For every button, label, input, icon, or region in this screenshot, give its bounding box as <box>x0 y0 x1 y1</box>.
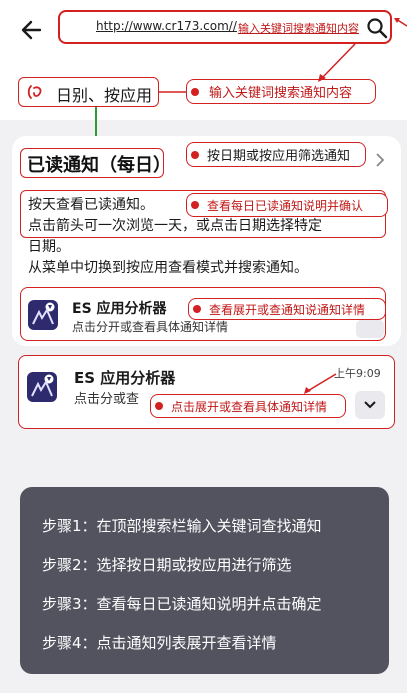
app-icon <box>27 372 57 402</box>
info-card-title: 已读通知（每日） <box>27 155 171 176</box>
app-analyzer-icon <box>32 301 56 325</box>
title-callout: 按日期或按应用筛选通知 <box>186 142 366 167</box>
chevron-right-icon[interactable] <box>374 152 386 168</box>
notification-detail: 点击分开或查看具体通知详情 <box>72 320 229 334</box>
step-1: 步骤1：在顶部搜索栏输入关键词查找通知 <box>42 517 322 535</box>
step-2: 步骤2：选择按日期或按应用进行筛选 <box>42 556 292 574</box>
step-4: 步骤4：点击通知列表展开查看详情 <box>42 634 277 652</box>
notification-app-name: ES 应用分析器 <box>74 369 176 387</box>
notification-app-name: ES 应用分析器 <box>72 301 167 317</box>
app-icon <box>28 300 58 330</box>
step-3: 步骤3：查看每日已读通知说明并点击确定 <box>42 595 322 613</box>
desc-callout: 查看每日已读通知说明并确认 <box>186 193 388 217</box>
description-line: 点击箭头可一次浏览一天，或点击日期选择特定 <box>28 218 322 234</box>
notification-detail: 点击分或查 <box>74 392 140 407</box>
notification-time: 上午9:09 <box>334 367 381 380</box>
description-line: 日期。 <box>28 239 70 255</box>
expand-button-1[interactable] <box>356 320 384 338</box>
callout-pointer <box>304 373 337 394</box>
chevron-down-icon <box>364 401 376 409</box>
description-line: 从菜单中切换到按应用查看模式并搜索通知。 <box>28 260 308 276</box>
app-analyzer-icon <box>31 373 55 397</box>
steps-overlay: 步骤1：在顶部搜索栏输入关键词查找通知 步骤2：选择按日期或按应用进行筛选 步骤… <box>20 487 389 674</box>
row2-callout: 点击展开或查看具体通知详情 <box>150 394 346 418</box>
expand-button-2[interactable] <box>355 391 385 419</box>
row1-callout: 查看展开或查通知说通知详情 <box>188 298 386 320</box>
